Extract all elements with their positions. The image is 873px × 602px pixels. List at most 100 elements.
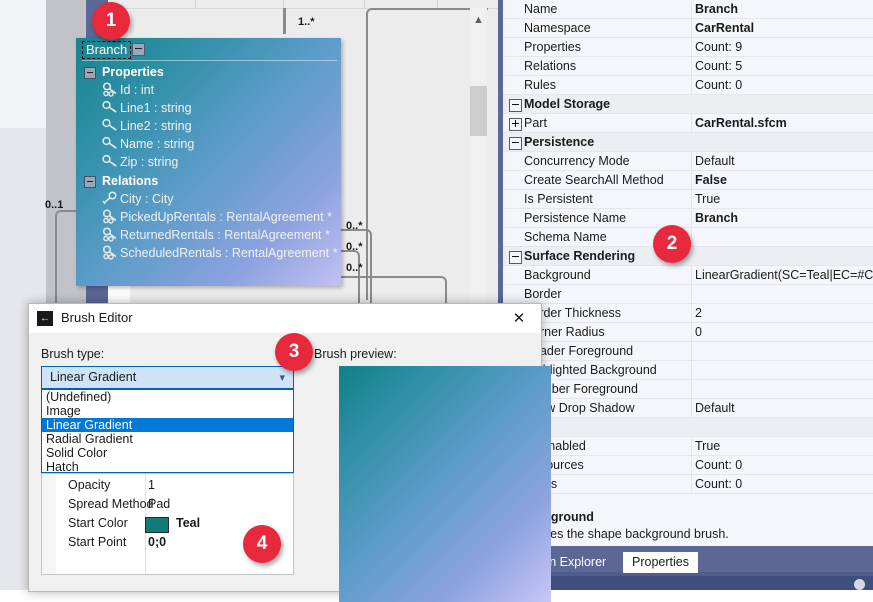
- dialog-title-bar[interactable]: ← Brush Editor ✕: [29, 304, 541, 333]
- property-row[interactable]: UI EnabledTrue: [503, 437, 873, 456]
- class-shape-title[interactable]: Branch: [82, 41, 131, 59]
- class-group-properties[interactable]: Properties: [76, 65, 341, 79]
- property-value[interactable]: Default: [695, 154, 735, 168]
- collapse-icon[interactable]: [84, 176, 96, 188]
- property-row[interactable]: RulesCount: 0: [503, 76, 873, 95]
- property-row[interactable]: PropertiesCount: 9: [503, 38, 873, 57]
- brush-property-name: Spread Method: [68, 497, 153, 511]
- property-value[interactable]: Branch: [695, 2, 738, 16]
- relation-multi-icon: [102, 245, 118, 260]
- status-bar: [498, 576, 873, 590]
- dropdown-option[interactable]: (Undefined): [42, 390, 293, 404]
- property-value[interactable]: Count: 0: [695, 477, 742, 491]
- brush-property-value[interactable]: Teal: [176, 516, 200, 530]
- property-row[interactable]: Border: [503, 285, 873, 304]
- property-value[interactable]: 0: [695, 325, 702, 339]
- property-row[interactable]: PartCarRental.sfcm: [503, 114, 873, 133]
- collapse-icon[interactable]: [84, 67, 96, 79]
- property-row[interactable]: Is Persistent True: [503, 190, 873, 209]
- brush-property-row[interactable]: Opacity1: [56, 476, 294, 495]
- diagram-scrollbar-thumb[interactable]: [470, 86, 487, 136]
- class-member[interactable]: Zip : string: [76, 155, 341, 169]
- column-separator: [691, 342, 692, 361]
- property-row[interactable]: Border Thickness2: [503, 304, 873, 323]
- property-value[interactable]: Count: 5: [695, 59, 742, 73]
- brush-property-value[interactable]: 1: [148, 478, 155, 492]
- class-member[interactable]: ScheduledRentals : RentalAgreement *: [76, 246, 341, 260]
- property-row[interactable]: Header Foreground: [503, 342, 873, 361]
- back-arrow-icon: ←: [37, 311, 53, 326]
- class-group-relations[interactable]: Relations: [76, 174, 341, 188]
- class-member[interactable]: PickedUpRentals : RentalAgreement *: [76, 210, 341, 224]
- brush-type-selected-value: Linear Gradient: [50, 370, 136, 384]
- class-group-label: Relations: [102, 174, 158, 188]
- brush-property-value[interactable]: 0;0: [148, 535, 166, 549]
- header-rule: [82, 60, 337, 61]
- dropdown-option[interactable]: Hatch: [42, 460, 293, 473]
- expander-icon[interactable]: [509, 251, 522, 264]
- brush-property-row[interactable]: Spread MethodPad: [56, 495, 294, 514]
- column-separator: [691, 323, 692, 342]
- collapse-icon[interactable]: [132, 43, 145, 56]
- property-value[interactable]: 2: [695, 306, 702, 320]
- property-row[interactable]: Highlighted Background: [503, 361, 873, 380]
- class-member[interactable]: Name : string: [76, 137, 341, 151]
- class-member[interactable]: City : City: [76, 192, 341, 206]
- property-value[interactable]: False: [695, 173, 727, 187]
- callout-badge-2: 2: [653, 225, 691, 263]
- property-row[interactable]: Persistence NameBranch: [503, 209, 873, 228]
- expander-icon[interactable]: [509, 99, 522, 112]
- column-separator: [691, 475, 692, 494]
- property-value[interactable]: CarRental: [695, 21, 754, 35]
- property-value[interactable]: Count: 0: [695, 458, 742, 472]
- class-shape-branch[interactable]: Branch Properties Id : int Line1 : string L…: [76, 38, 341, 286]
- class-group-label: Properties: [102, 65, 164, 79]
- expander-icon[interactable]: [509, 118, 522, 131]
- color-swatch[interactable]: [145, 517, 169, 533]
- dropdown-option[interactable]: Image: [42, 404, 293, 418]
- property-row[interactable]: Member Foreground: [503, 380, 873, 399]
- expander-icon[interactable]: [509, 137, 522, 150]
- property-row[interactable]: Persistence: [503, 133, 873, 152]
- property-row[interactable]: RelationsCount: 5: [503, 57, 873, 76]
- grid-gutter: [42, 474, 56, 574]
- property-row[interactable]: Show Drop ShadowDefault: [503, 399, 873, 418]
- chevron-down-icon[interactable]: ▾: [279, 371, 285, 384]
- property-value[interactable]: LinearGradient(SC=Teal|EC=#C0C: [695, 268, 873, 282]
- tab-properties[interactable]: Properties: [623, 552, 698, 573]
- property-row[interactable]: NameBranch: [503, 0, 873, 19]
- bottom-tab-strip[interactable]: Solution Explorer Properties: [498, 546, 873, 590]
- dropdown-option[interactable]: Solid Color: [42, 446, 293, 460]
- scroll-up-icon[interactable]: ▲: [473, 14, 484, 26]
- close-icon[interactable]: ✕: [507, 308, 531, 330]
- property-value[interactable]: Count: 0: [695, 78, 742, 92]
- property-value[interactable]: True: [695, 192, 720, 206]
- property-row[interactable]: Corner Radius0: [503, 323, 873, 342]
- property-row[interactable]: ResourcesCount: 0: [503, 456, 873, 475]
- window-left-gutter-top: [0, 0, 46, 128]
- property-row[interactable]: [503, 418, 873, 437]
- relation-multi-icon: [102, 209, 118, 224]
- property-value[interactable]: Branch: [695, 211, 738, 225]
- property-row[interactable]: BackgroundLinearGradient(SC=Teal|EC=#C0C: [503, 266, 873, 285]
- property-row[interactable]: NamespaceCarRental: [503, 19, 873, 38]
- class-member[interactable]: ReturnedRentals : RentalAgreement *: [76, 228, 341, 242]
- property-name: Is Persistent: [524, 192, 593, 206]
- property-value[interactable]: CarRental.sfcm: [695, 116, 787, 130]
- property-row[interactable]: Create SearchAll MethodFalse: [503, 171, 873, 190]
- property-row[interactable]: Model Storage: [503, 95, 873, 114]
- class-member[interactable]: Line2 : string: [76, 119, 341, 133]
- class-member[interactable]: Id : int: [76, 83, 341, 97]
- property-value[interactable]: True: [695, 439, 720, 453]
- brush-type-dropdown-list[interactable]: (Undefined)ImageLinear GradientRadial Gr…: [41, 389, 294, 473]
- dropdown-option[interactable]: Radial Gradient: [42, 432, 293, 446]
- class-member[interactable]: Line1 : string: [76, 101, 341, 115]
- brush-type-select[interactable]: Linear Gradient ▾: [41, 366, 294, 389]
- property-value[interactable]: Count: 9: [695, 40, 742, 54]
- property-value[interactable]: Default: [695, 401, 735, 415]
- property-row[interactable]: Concurrency ModeDefault: [503, 152, 873, 171]
- brush-property-value[interactable]: Pad: [148, 497, 170, 511]
- property-row[interactable]: ViewsCount: 0: [503, 475, 873, 494]
- column-separator: [691, 152, 692, 171]
- dropdown-option[interactable]: Linear Gradient: [42, 418, 293, 432]
